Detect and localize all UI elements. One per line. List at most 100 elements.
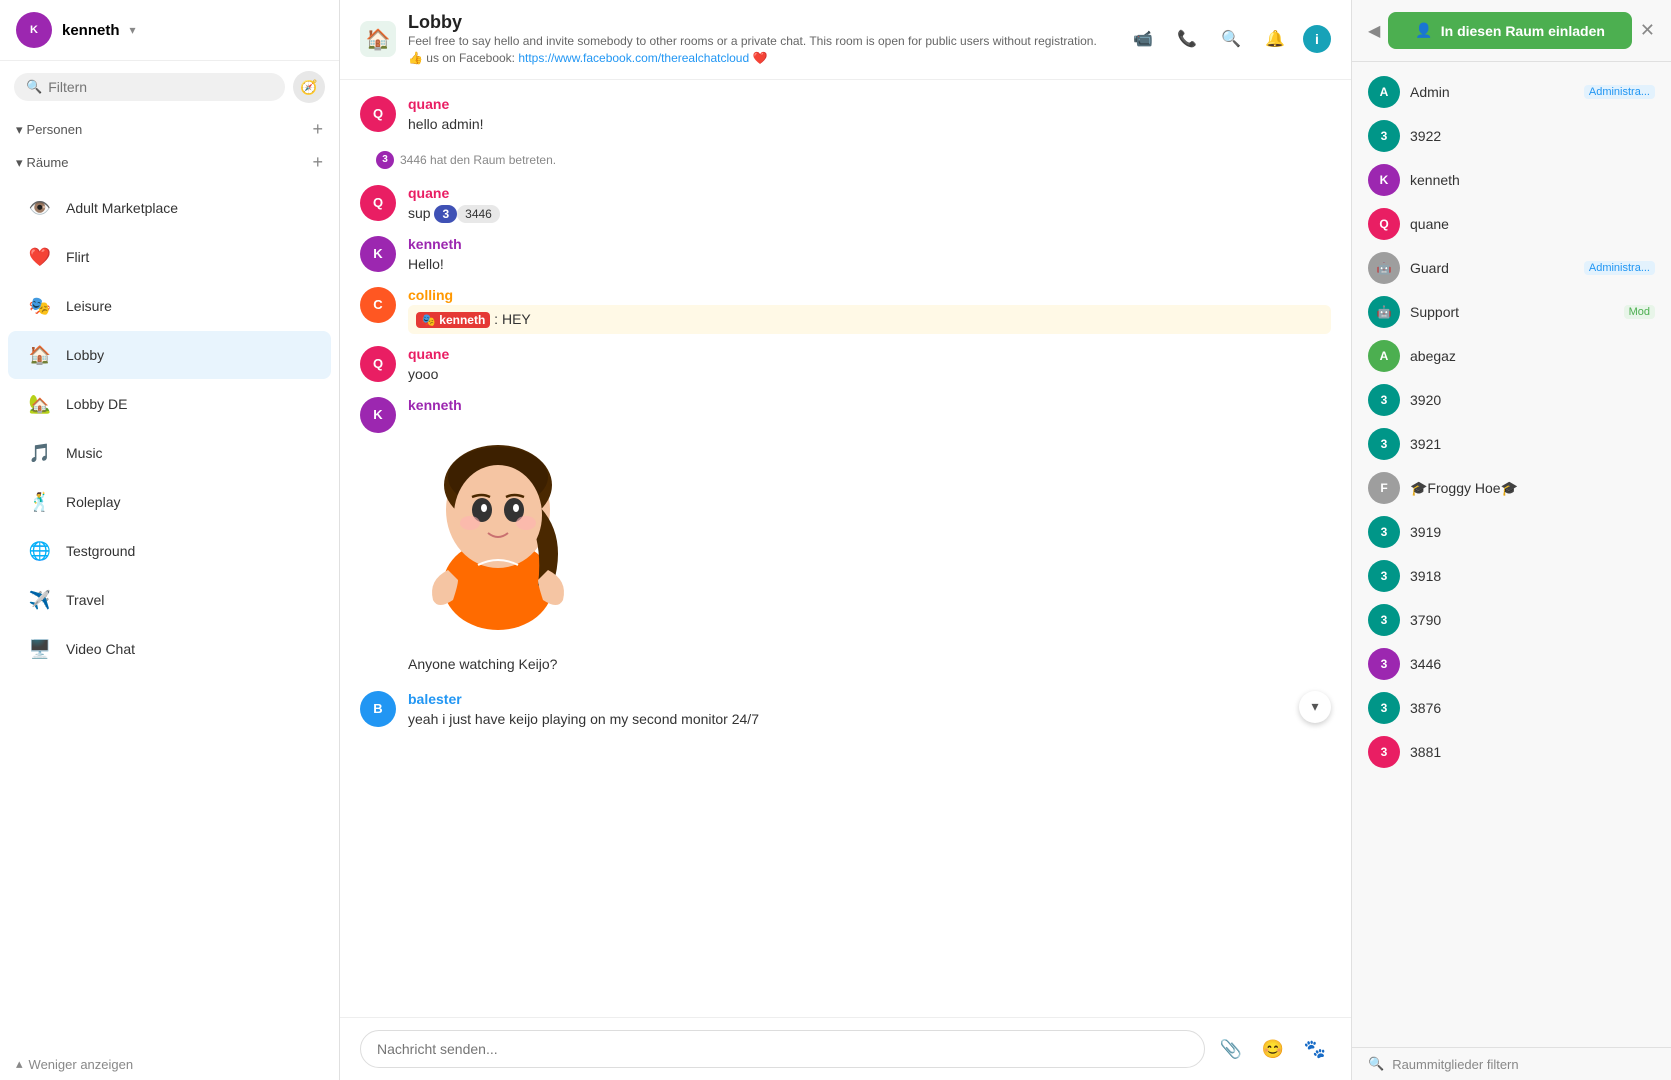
raume-label: ▾ Räume (16, 155, 68, 171)
room-name: Lobby (66, 347, 104, 363)
sidebar-item-travel[interactable]: ✈️ Travel (8, 576, 331, 624)
member-item[interactable]: F 🎓Froggy Hoe🎓 (1352, 466, 1671, 510)
message-text: hello admin! (408, 114, 1331, 135)
avatar: K (360, 236, 396, 272)
raume-section[interactable]: ▾ Räume + (0, 146, 339, 179)
member-item[interactable]: 3 3918 (1352, 554, 1671, 598)
search-button[interactable]: 🔍 (1215, 23, 1247, 55)
member-badge: Mod (1624, 305, 1655, 319)
avatar: Q (360, 185, 396, 221)
attachment-button[interactable]: 📎 (1215, 1033, 1247, 1065)
standalone-message: Anyone watching Keijo? (360, 650, 1331, 679)
message-username: quane (408, 185, 1331, 201)
room-info: Lobby Feel free to say hello and invite … (408, 12, 1108, 67)
room-list: 👁️ Adult Marketplace ❤️ Flirt 🎭 Leisure … (0, 179, 339, 1048)
room-icon: 🏠 (360, 21, 396, 57)
member-item[interactable]: 🤖 Support Mod (1352, 290, 1671, 334)
info-button[interactable]: i (1303, 25, 1331, 53)
member-avatar: 🤖 (1368, 252, 1400, 284)
member-item[interactable]: 3 3922 (1352, 114, 1671, 158)
member-avatar: 3 (1368, 384, 1400, 416)
panel-close-button[interactable]: ✕ (1640, 20, 1655, 41)
room-icon: 🌐 (24, 535, 56, 567)
sidebar-user[interactable]: K kenneth ▾ (16, 12, 136, 48)
message: Q quane yooo (360, 346, 1331, 385)
phone-button[interactable]: 📞 (1171, 23, 1203, 55)
mention-text: 3446 (457, 205, 500, 223)
member-name: 3446 (1410, 656, 1655, 672)
message: C colling 🎭 kenneth : HEY (360, 287, 1331, 334)
message-text: sup 33446 (408, 203, 1331, 224)
room-icon: 🏡 (24, 388, 56, 420)
room-name: Music (66, 445, 103, 461)
sidebar-item-flirt[interactable]: ❤️ Flirt (8, 233, 331, 281)
show-less-button[interactable]: ▴ Weniger anzeigen (0, 1048, 339, 1080)
member-name: Support (1410, 304, 1614, 320)
msg-content: kenneth (408, 397, 1331, 638)
room-link[interactable]: https://www.facebook.com/therealchatclou… (518, 51, 749, 65)
member-item[interactable]: 3 3921 (1352, 422, 1671, 466)
chevron-down-icon: ▾ (16, 122, 23, 138)
member-badge: Administra... (1584, 85, 1655, 99)
scroll-to-bottom-button[interactable]: ▾ (1299, 691, 1331, 723)
room-name: Lobby DE (66, 396, 127, 412)
video-button[interactable]: 📹 (1127, 23, 1159, 55)
sidebar-item-roleplay[interactable]: 🕺 Roleplay (8, 478, 331, 526)
member-item[interactable]: 3 3920 (1352, 378, 1671, 422)
personen-section[interactable]: ▾ Personen + (0, 113, 339, 146)
member-item[interactable]: 3 3919 (1352, 510, 1671, 554)
member-item[interactable]: 3 3876 (1352, 686, 1671, 730)
member-name: 3876 (1410, 700, 1655, 716)
member-avatar: 3 (1368, 648, 1400, 680)
emoji-button[interactable]: 😊 (1257, 1033, 1289, 1065)
message: Q quane sup 33446 (360, 185, 1331, 224)
member-name: 3921 (1410, 436, 1655, 452)
sidebar-item-adult-marketplace[interactable]: 👁️ Adult Marketplace (8, 184, 331, 232)
room-description: Feel free to say hello and invite somebo… (408, 33, 1108, 67)
member-search[interactable]: 🔍 Raummitglieder filtern (1352, 1047, 1671, 1080)
sidebar-item-video-chat[interactable]: 🖥️ Video Chat (8, 625, 331, 673)
member-avatar: 🤖 (1368, 296, 1400, 328)
sticker-svg (408, 415, 588, 635)
add-personen-button[interactable]: + (312, 119, 323, 140)
add-room-button[interactable]: + (312, 152, 323, 173)
messages-area: Q quane hello admin! 3 3446 hat den Raum… (340, 80, 1351, 1017)
sidebar-item-lobby[interactable]: 🏠 Lobby (8, 331, 331, 379)
notifications-button[interactable]: 🔔 (1259, 23, 1291, 55)
member-item[interactable]: A Admin Administra... (1352, 70, 1671, 114)
member-item[interactable]: A abegaz (1352, 334, 1671, 378)
msg-content: quane hello admin! (408, 96, 1331, 135)
room-name: Lobby (408, 12, 1108, 33)
message-input[interactable] (360, 1030, 1205, 1068)
chat-header: 🏠 Lobby Feel free to say hello and invit… (340, 0, 1351, 80)
room-name: Roleplay (66, 494, 120, 510)
member-item[interactable]: 🤖 Guard Administra... (1352, 246, 1671, 290)
sidebar-item-music[interactable]: 🎵 Music (8, 429, 331, 477)
member-avatar: 3 (1368, 604, 1400, 636)
message-text: yooo (408, 364, 1331, 385)
member-avatar: Q (1368, 208, 1400, 240)
chat-header-actions: 📹 📞 🔍 🔔 i (1127, 23, 1331, 55)
member-item[interactable]: Q quane (1352, 202, 1671, 246)
invite-button[interactable]: 👤 In diesen Raum einladen (1388, 12, 1632, 49)
member-item[interactable]: 3 3881 (1352, 730, 1671, 774)
sidebar-item-testground[interactable]: 🌐 Testground (8, 527, 331, 575)
sticker-button[interactable]: 🐾 (1299, 1033, 1331, 1065)
message-username: quane (408, 346, 1331, 362)
search-box: 🔍 (14, 73, 285, 101)
compass-button[interactable]: 🧭 (293, 71, 325, 103)
sidebar-item-leisure[interactable]: 🎭 Leisure (8, 282, 331, 330)
system-text: 3446 hat den Raum betreten. (400, 153, 556, 167)
member-item[interactable]: 3 3446 (1352, 642, 1671, 686)
message-text: yeah i just have keijo playing on my sec… (408, 709, 1287, 730)
member-item[interactable]: 3 3790 (1352, 598, 1671, 642)
sidebar-item-lobby-de[interactable]: 🏡 Lobby DE (8, 380, 331, 428)
member-item[interactable]: K kenneth (1352, 158, 1671, 202)
search-input[interactable] (48, 79, 273, 95)
message: Q quane hello admin! (360, 96, 1331, 135)
chat-wrapper: 🏠 Lobby Feel free to say hello and invit… (340, 0, 1351, 1080)
member-name: quane (1410, 216, 1655, 232)
panel-collapse-button[interactable]: ◀ (1368, 21, 1380, 41)
member-avatar: 3 (1368, 560, 1400, 592)
personen-label: ▾ Personen (16, 122, 82, 138)
